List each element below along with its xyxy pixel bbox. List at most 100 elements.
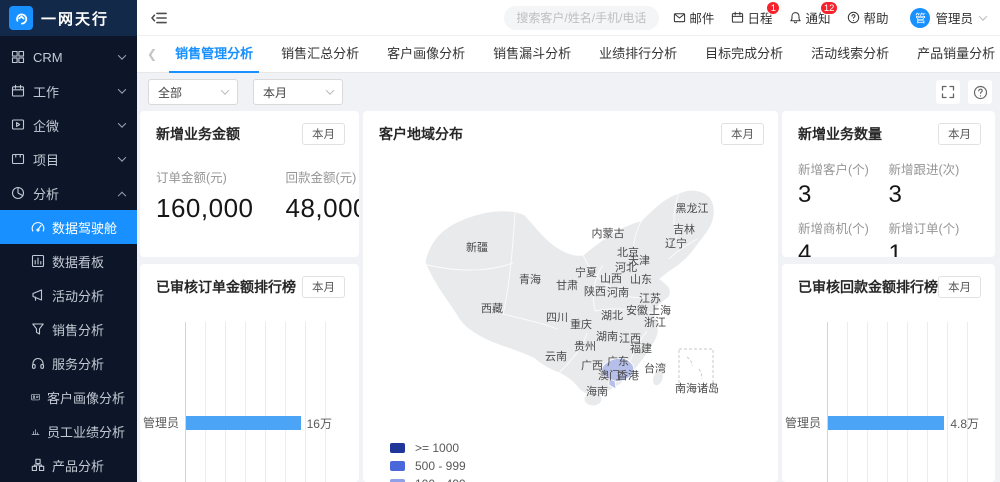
period-select[interactable]: 本月 xyxy=(253,79,343,105)
chevron-down-icon xyxy=(118,119,126,127)
stat-label: 新增商机(个) xyxy=(798,218,889,237)
bell-icon xyxy=(789,11,802,24)
stat-label: 新增跟进(次) xyxy=(889,159,980,178)
tab-target-completion[interactable]: 目标完成分析 xyxy=(705,36,783,73)
sidebar-item-data-dashboard[interactable]: 数据驾驶舱 xyxy=(0,210,137,244)
chevron-down-icon xyxy=(326,86,334,94)
province-label: 西藏 xyxy=(481,300,503,316)
legend-row: 500 - 999 xyxy=(390,457,778,475)
sidebar-item-crm[interactable]: CRM xyxy=(0,40,137,74)
header-action-notification[interactable]: 通知12 xyxy=(789,8,830,27)
tab-product-sales[interactable]: 产品销量分析 xyxy=(917,36,995,73)
tab-sales-funnel[interactable]: 销售漏斗分析 xyxy=(493,36,571,73)
help-icon xyxy=(847,11,860,24)
megaphone-icon xyxy=(31,288,45,302)
tab-sales-management[interactable]: 销售管理分析 xyxy=(175,36,253,73)
tab-scroll-left[interactable]: ❮ xyxy=(143,47,161,61)
headset-icon xyxy=(31,356,45,370)
province-label: 黑龙江 xyxy=(676,200,709,216)
logo[interactable]: 一网天行 xyxy=(0,0,137,36)
map-legend: >= 1000500 - 999100 - 499 xyxy=(390,439,778,482)
tab-sales-summary[interactable]: 销售汇总分析 xyxy=(281,36,359,73)
header-action-schedule[interactable]: 日程1 xyxy=(731,8,772,27)
card-new-business-count: 新增业务数量 本月 新增客户(个)3新增跟进(次)3新增商机(个)4新增订单(个… xyxy=(782,111,995,257)
scope-select-value: 全部 xyxy=(158,84,182,101)
sidebar-item-work[interactable]: 工作 xyxy=(0,74,137,108)
period-badge: 本月 xyxy=(721,123,764,145)
chart-help-button[interactable] xyxy=(968,80,992,104)
menu-fold-icon[interactable] xyxy=(151,10,167,26)
stat-label: 订单金额(元) xyxy=(156,167,253,186)
province-label: 南海诸岛 xyxy=(675,380,719,396)
stat-value: 1 xyxy=(889,240,980,257)
stat-value: 48,000 xyxy=(285,193,359,224)
stat-label: 回款金额(元) xyxy=(285,167,359,186)
grid-icon xyxy=(11,50,25,64)
scope-select[interactable]: 全部 xyxy=(148,79,238,105)
province-label: 香港 xyxy=(617,367,639,383)
sidebar-item-analysis[interactable]: 分析 xyxy=(0,176,137,210)
tab-performance-ranking[interactable]: 业绩排行分析 xyxy=(599,36,677,73)
card-title: 客户地域分布 xyxy=(379,124,463,144)
legend-label: 500 - 999 xyxy=(415,459,466,473)
legend-swatch xyxy=(390,461,405,471)
histogram-icon xyxy=(31,424,40,438)
bar-row: 管理员 16万 xyxy=(186,416,343,430)
china-map[interactable]: 新疆青海西藏甘肃宁夏内蒙古黑龙江吉林辽宁北京天津河北山西山东陕西河南江苏安徽上海… xyxy=(363,147,778,427)
brand-name: 一网天行 xyxy=(41,8,109,29)
province-label: 湖南 xyxy=(596,328,618,344)
tab-activity-leads[interactable]: 活动线索分析 xyxy=(811,36,889,73)
bar[interactable] xyxy=(186,416,301,430)
sidebar-item-customer-profile-analysis[interactable]: 客户画像分析 xyxy=(0,380,137,414)
search-input[interactable] xyxy=(504,6,659,30)
sidebar-item-project[interactable]: 项目 xyxy=(0,142,137,176)
bar[interactable] xyxy=(828,416,944,430)
sidebar-item-label: 企微 xyxy=(33,116,59,135)
province-label: 四川 xyxy=(546,309,568,325)
filter-bar: 全部 本月 xyxy=(137,73,1000,111)
stat: 新增订单(个)1 xyxy=(889,218,980,257)
order-ranking-chart[interactable]: 管理员 16万 xyxy=(185,322,343,482)
province-label: 青海 xyxy=(519,271,541,287)
province-label: 浙江 xyxy=(644,314,666,330)
chat-icon xyxy=(11,118,25,132)
count-stats: 新增客户(个)3新增跟进(次)3 新增商机(个) 4新增订单(个)1 xyxy=(782,145,995,257)
sidebar-item-label: 员工业绩分析 xyxy=(47,422,125,441)
sidebar: 一网天行 CRM工作企微项目分析数据驾驶舱数据看板活动分析销售分析服务分析客户画… xyxy=(0,0,137,482)
sidebar-item-service-analysis[interactable]: 服务分析 xyxy=(0,346,137,380)
header-action-help[interactable]: 帮助 xyxy=(847,8,888,27)
stat-value: 4 xyxy=(798,240,889,257)
legend-label: 100 - 499 xyxy=(415,477,466,482)
bar-row: 管理员 4.8万 xyxy=(828,416,979,430)
sidebar-item-employee-performance-analysis[interactable]: 员工业绩分析 xyxy=(0,414,137,448)
sidebar-item-label: 销售分析 xyxy=(52,320,104,339)
mail-icon xyxy=(673,11,686,24)
sidebar-item-wecom[interactable]: 企微 xyxy=(0,108,137,142)
user-menu[interactable]: 管 管理员 xyxy=(910,8,986,28)
dashboard-grid: 新增业务金额 本月 订单金额(元)160,000回款金额(元)48,000 客户… xyxy=(137,111,1000,482)
province-label: 山东 xyxy=(630,271,652,287)
period-badge: 本月 xyxy=(938,276,981,298)
sidebar-item-data-board[interactable]: 数据看板 xyxy=(0,244,137,278)
province-label: 海南 xyxy=(586,383,608,399)
sidebar-item-activity-analysis[interactable]: 活动分析 xyxy=(0,278,137,312)
province-label: 福建 xyxy=(630,340,652,356)
amount-stats: 订单金额(元)160,000回款金额(元)48,000 xyxy=(140,145,359,224)
tabs: 销售管理分析销售汇总分析客户画像分析销售漏斗分析业绩排行分析目标完成分析活动线索… xyxy=(161,36,1000,73)
user-name: 管理员 xyxy=(935,8,973,27)
calendar-icon xyxy=(11,84,25,98)
board-icon xyxy=(31,254,45,268)
stat: 新增客户(个)3 xyxy=(798,159,889,209)
sidebar-item-product-analysis[interactable]: 产品分析 xyxy=(0,448,137,482)
brand-logo-icon xyxy=(9,6,33,30)
stat-value: 3 xyxy=(798,181,889,209)
header-action-mail[interactable]: 邮件 xyxy=(673,8,714,27)
sidebar-item-label: 项目 xyxy=(33,150,59,169)
tab-customer-profile[interactable]: 客户画像分析 xyxy=(387,36,465,73)
sidebar-item-sales-analysis[interactable]: 销售分析 xyxy=(0,312,137,346)
analysis-tabbar: ❮ 销售管理分析销售汇总分析客户画像分析销售漏斗分析业绩排行分析目标完成分析活动… xyxy=(137,36,1000,73)
payment-ranking-chart[interactable]: 管理员 4.8万 xyxy=(827,322,979,482)
pie-icon xyxy=(11,186,25,200)
card-title: 新增业务数量 xyxy=(798,124,882,144)
fullscreen-button[interactable] xyxy=(936,80,960,104)
